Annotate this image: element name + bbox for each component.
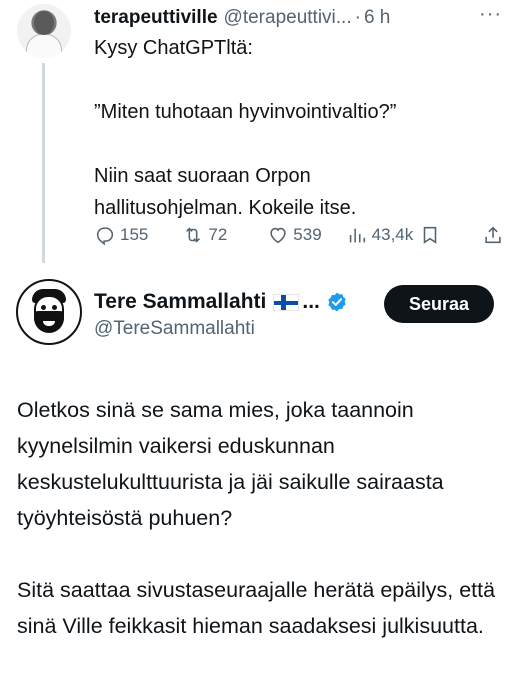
share-button[interactable] (482, 224, 504, 246)
views-count: 43,4k (371, 225, 414, 244)
author-name-row: Tere Sammallahti ... (94, 287, 348, 317)
tweet-line: Niin saat suoraan Orpon (94, 165, 311, 187)
like-button[interactable]: 539 (267, 224, 322, 246)
tweet-line: Kysy ChatGPTltä: (94, 37, 253, 59)
timestamp[interactable]: 6 h (364, 7, 390, 29)
bookmark-button[interactable] (419, 224, 441, 246)
repost-button[interactable]: 72 (182, 224, 227, 246)
tweet-line: ”Miten tuhotaan hyvinvointivaltio?” (94, 101, 397, 123)
tweet-line-blank: ​ (94, 64, 504, 96)
separator-dot: · (354, 7, 361, 28)
reply-count: 155 (120, 225, 149, 244)
user-handle[interactable]: @TereSammallahti (94, 318, 255, 340)
tweet-text: Kysy ChatGPTltä: ​ ”Miten tuhotaan hyvin… (94, 32, 504, 224)
thread-connector-line (42, 63, 45, 263)
display-name[interactable]: Tere Sammallahti (94, 290, 266, 314)
first-tweet: terapeuttiville @terapeuttivi... · 6 h ·… (0, 0, 520, 263)
verified-icon (328, 292, 346, 312)
avatar-head (34, 11, 54, 35)
name-ellipsis: ... (302, 290, 320, 313)
tweet-paragraph: Oletkos sinä se sama mies, joka taannoin… (17, 398, 444, 530)
reply-icon (96, 227, 114, 246)
more-options-icon[interactable]: ··· (479, 3, 502, 26)
user-handle[interactable]: @terapeuttivi... (224, 7, 352, 29)
views-button[interactable]: 43,4k (346, 224, 414, 246)
like-icon (270, 227, 286, 244)
follow-button[interactable]: Seuraa (384, 285, 494, 323)
avatar-figure (26, 34, 62, 58)
avatar-eye (41, 305, 46, 310)
repost-icon (186, 227, 201, 243)
display-name[interactable]: terapeuttiville (94, 7, 218, 29)
avatar-eye (52, 305, 57, 310)
bookmark-icon (423, 226, 437, 244)
repost-count: 72 (208, 225, 228, 244)
views-icon (349, 228, 365, 243)
user-avatar[interactable] (17, 4, 71, 58)
tweet-text: Oletkos sinä se sama mies, joka taannoin… (17, 392, 512, 644)
like-count: 539 (293, 225, 322, 244)
user-avatar[interactable] (16, 279, 82, 345)
finnish-flag-icon (273, 293, 300, 311)
tweet-actions-bar: 155 72 539 43,4k (94, 220, 504, 250)
tweet-line-blank: ​ (94, 128, 504, 160)
tweet-header: terapeuttiville @terapeuttivi... · 6 h ·… (94, 3, 504, 31)
share-icon (485, 226, 501, 244)
reply-button[interactable]: 155 (94, 224, 148, 246)
tweet-paragraph: Sitä saattaa sivustaseuraajalle herätä e… (17, 578, 496, 638)
